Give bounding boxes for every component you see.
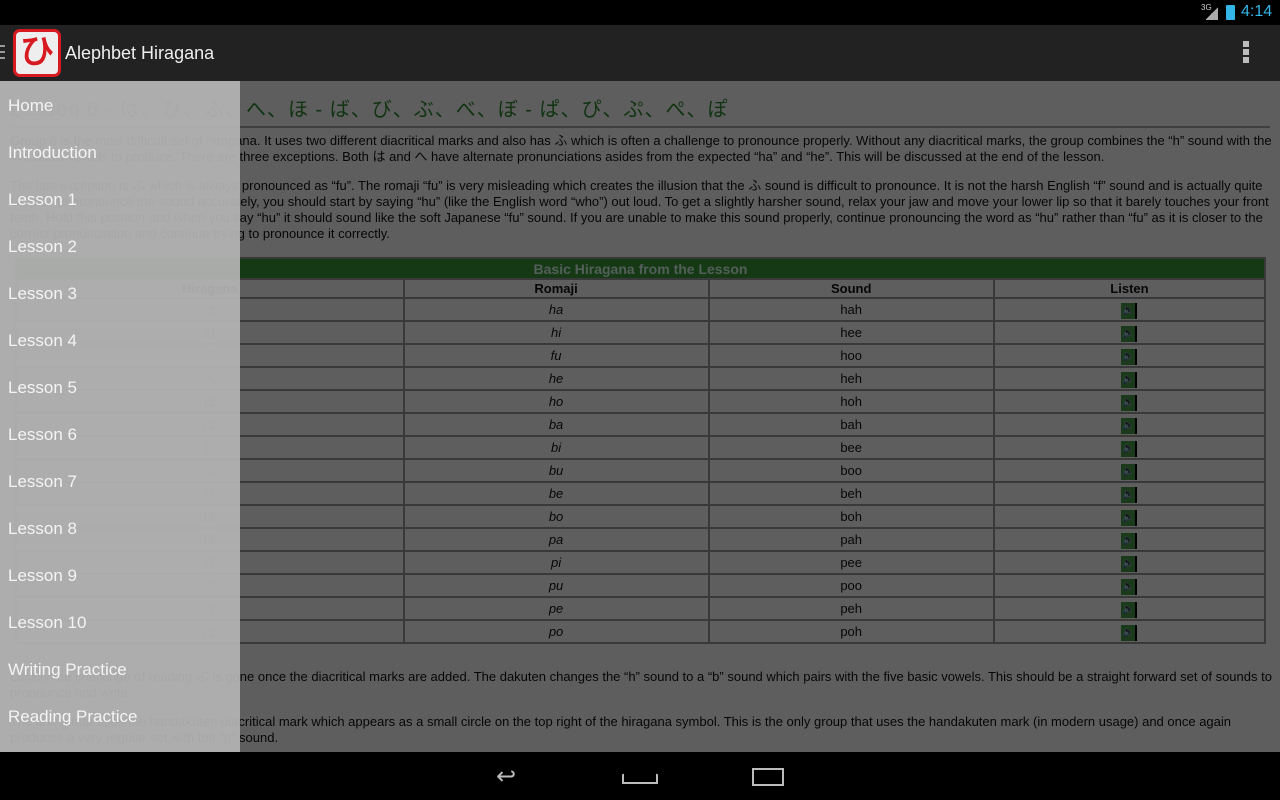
back-icon[interactable]: ↩ [496, 762, 516, 791]
romaji-cell: pu [402, 573, 710, 598]
listen-cell: 🔈 [992, 619, 1267, 644]
drawer-item-lesson-2[interactable]: Lesson 2 [8, 237, 77, 257]
recent-apps-icon[interactable] [752, 768, 784, 786]
column-header: Listen [992, 278, 1267, 299]
sound-cell: pee [707, 550, 995, 575]
speaker-icon[interactable]: 🔈 [1121, 532, 1138, 549]
drawer-item-lesson-1[interactable]: Lesson 1 [8, 190, 77, 210]
listen-cell: 🔈 [992, 320, 1267, 345]
drawer-item-home[interactable]: Home [8, 96, 53, 116]
romaji-cell: ho [402, 389, 710, 414]
romaji-cell: bi [402, 435, 710, 460]
listen-cell: 🔈 [992, 297, 1267, 322]
speaker-icon[interactable]: 🔈 [1121, 624, 1138, 641]
app-logo[interactable]: ひ [13, 29, 61, 77]
romaji-cell: hi [402, 320, 710, 345]
speaker-icon[interactable]: 🔈 [1121, 417, 1138, 434]
sound-cell: boh [707, 504, 995, 529]
sound-cell: hoo [707, 343, 995, 368]
drawer-item-lesson-3[interactable]: Lesson 3 [8, 284, 77, 304]
speaker-icon[interactable]: 🔈 [1121, 601, 1138, 618]
drawer-item-lesson-4[interactable]: Lesson 4 [8, 331, 77, 351]
speaker-icon[interactable]: 🔈 [1121, 325, 1138, 342]
sound-cell: bah [707, 412, 995, 437]
sound-cell: hoh [707, 389, 995, 414]
sound-cell: pah [707, 527, 995, 552]
listen-cell: 🔈 [992, 435, 1267, 460]
speaker-icon[interactable]: 🔈 [1121, 302, 1138, 319]
sound-cell: poh [707, 619, 995, 644]
sound-cell: peh [707, 596, 995, 621]
sound-cell: hah [707, 297, 995, 322]
drawer-indicator-icon[interactable] [0, 45, 5, 59]
romaji-cell: ba [402, 412, 710, 437]
romaji-cell: bu [402, 458, 710, 483]
home-icon[interactable] [622, 768, 658, 784]
listen-cell: 🔈 [992, 527, 1267, 552]
system-nav-bar: ↩ [0, 752, 1280, 800]
sound-cell: beh [707, 481, 995, 506]
drawer-item-writing-practice[interactable]: Writing Practice [8, 660, 127, 680]
drawer-item-lesson-5[interactable]: Lesson 5 [8, 378, 77, 398]
column-header: Romaji [402, 278, 710, 299]
listen-cell: 🔈 [992, 550, 1267, 575]
sound-cell: bee [707, 435, 995, 460]
drawer-item-introduction[interactable]: Introduction [8, 143, 97, 163]
speaker-icon[interactable]: 🔈 [1121, 486, 1138, 503]
romaji-cell: pa [402, 527, 710, 552]
drawer-item-lesson-8[interactable]: Lesson 8 [8, 519, 77, 539]
listen-cell: 🔈 [992, 596, 1267, 621]
listen-cell: 🔈 [992, 343, 1267, 368]
signal-icon [1206, 6, 1218, 20]
listen-cell: 🔈 [992, 481, 1267, 506]
listen-cell: 🔈 [992, 504, 1267, 529]
listen-cell: 🔈 [992, 366, 1267, 391]
battery-icon [1226, 5, 1235, 20]
drawer-item-lesson-9[interactable]: Lesson 9 [8, 566, 77, 586]
listen-cell: 🔈 [992, 389, 1267, 414]
romaji-cell: be [402, 481, 710, 506]
romaji-cell: pe [402, 596, 710, 621]
speaker-icon[interactable]: 🔈 [1121, 440, 1138, 457]
speaker-icon[interactable]: 🔈 [1121, 555, 1138, 572]
sound-cell: heh [707, 366, 995, 391]
drawer-item-reading-practice[interactable]: Reading Practice [8, 707, 137, 727]
romaji-cell: he [402, 366, 710, 391]
listen-cell: 🔈 [992, 573, 1267, 598]
speaker-icon[interactable]: 🔈 [1121, 463, 1138, 480]
sound-cell: poo [707, 573, 995, 598]
clock: 4:14 [1241, 3, 1273, 20]
drawer-item-lesson-7[interactable]: Lesson 7 [8, 472, 77, 492]
speaker-icon[interactable]: 🔈 [1121, 578, 1138, 595]
speaker-icon[interactable]: 🔈 [1121, 371, 1138, 388]
romaji-cell: bo [402, 504, 710, 529]
speaker-icon[interactable]: 🔈 [1121, 394, 1138, 411]
romaji-cell: ha [402, 297, 710, 322]
status-bar: 3G 4:14 [0, 0, 1280, 25]
romaji-cell: pi [402, 550, 710, 575]
app-title: Alephbet Hiragana [65, 43, 215, 63]
column-header: Sound [707, 278, 995, 299]
romaji-cell: po [402, 619, 710, 644]
romaji-cell: fu [402, 343, 710, 368]
speaker-icon[interactable]: 🔈 [1121, 509, 1138, 526]
listen-cell: 🔈 [992, 412, 1267, 437]
speaker-icon[interactable]: 🔈 [1121, 348, 1138, 365]
sound-cell: hee [707, 320, 995, 345]
drawer-item-lesson-6[interactable]: Lesson 6 [8, 425, 77, 445]
navigation-drawer: Home Introduction Lesson 1 Lesson 2 Lesson 3… [0, 81, 240, 752]
action-bar: ひ Alephbet Hiragana [0, 25, 1280, 81]
listen-cell: 🔈 [992, 458, 1267, 483]
overflow-menu-icon[interactable] [1243, 41, 1249, 63]
sound-cell: boo [707, 458, 995, 483]
drawer-item-lesson-10[interactable]: Lesson 10 [8, 613, 86, 633]
